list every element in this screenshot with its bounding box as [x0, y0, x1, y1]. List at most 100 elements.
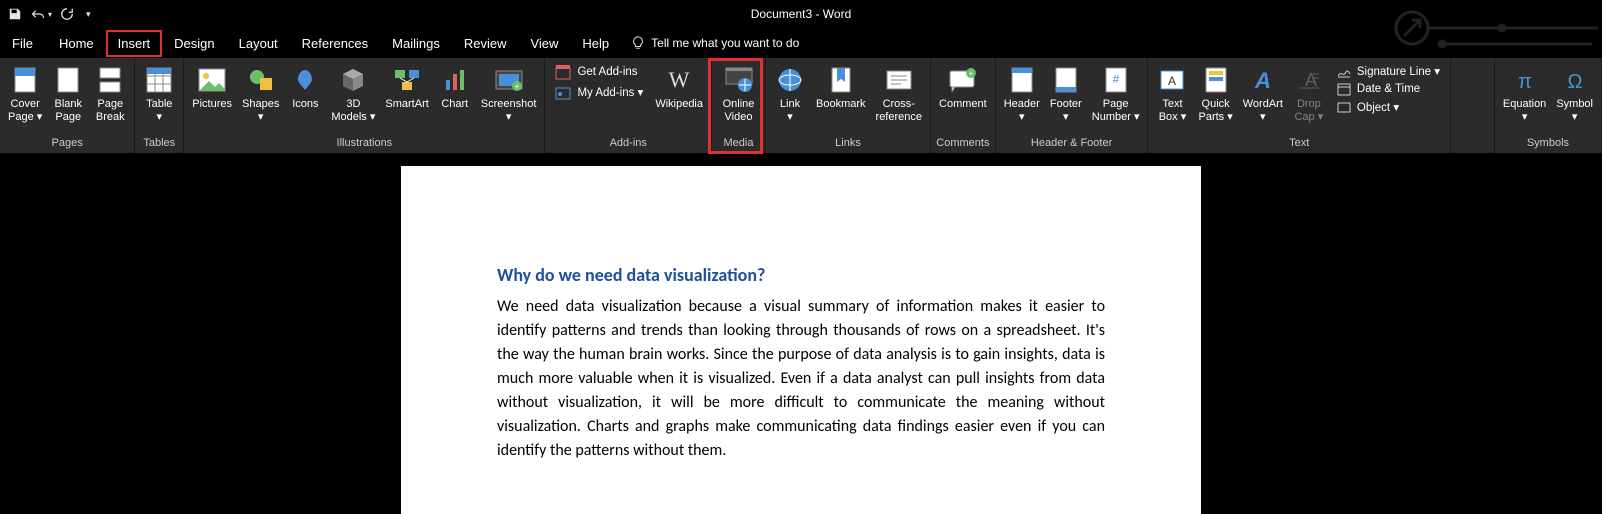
drop-cap-button[interactable]: A Drop Cap ▾ [1289, 62, 1329, 126]
header-button[interactable]: Header ▾ [1000, 62, 1044, 126]
ribbon-tabs: File Home Insert Design Layout Reference… [0, 28, 1602, 58]
date-time-button[interactable]: Date & Time [1337, 82, 1440, 96]
tab-help[interactable]: Help [570, 30, 621, 57]
bookmark-button[interactable]: Bookmark [812, 62, 870, 113]
addins-icon [555, 84, 571, 100]
group-links: Link ▾ Bookmark Cross- reference Links [766, 58, 931, 153]
text-box-button[interactable]: A Text Box ▾ [1152, 62, 1192, 126]
tell-me-search[interactable]: Tell me what you want to do [631, 36, 799, 50]
page-number-icon: # [1105, 64, 1127, 96]
lightbulb-icon [631, 36, 645, 50]
svg-text:A: A [1168, 74, 1176, 88]
group-text: A Text Box ▾ Quick Parts ▾ A WordArt ▾ A… [1148, 58, 1451, 153]
object-icon [1337, 100, 1351, 114]
document-area: Why do we need data visualization? We ne… [0, 154, 1602, 514]
group-label-symbols: Symbols [1527, 135, 1569, 151]
document-page[interactable]: Why do we need data visualization? We ne… [401, 166, 1201, 514]
document-title: Document3 - Word [751, 7, 851, 21]
cover-page-button[interactable]: Cover Page ▾ [4, 62, 46, 126]
quick-access-toolbar: ▾ ▾ [0, 7, 91, 21]
object-button[interactable]: Object ▾ [1337, 100, 1440, 114]
cover-page-icon [14, 64, 36, 96]
my-addins-button[interactable]: My Add-ins ▾ [555, 84, 643, 100]
quick-parts-button[interactable]: Quick Parts ▾ [1194, 62, 1236, 126]
get-addins-button[interactable]: Get Add-ins [555, 64, 643, 80]
table-button[interactable]: Table ▾ [139, 62, 179, 126]
link-button[interactable]: Link ▾ [770, 62, 810, 126]
wikipedia-button[interactable]: W Wikipedia [651, 62, 707, 113]
page-break-button[interactable]: Page Break [90, 62, 130, 126]
tab-file[interactable]: File [4, 30, 47, 57]
page-number-button[interactable]: # Page Number ▾ [1088, 62, 1144, 126]
icons-button[interactable]: Icons [285, 62, 325, 113]
wordart-button[interactable]: A WordArt ▾ [1239, 62, 1287, 126]
tab-mailings[interactable]: Mailings [380, 30, 452, 57]
wordart-icon: A [1250, 64, 1276, 96]
save-icon[interactable] [8, 7, 22, 21]
footer-button[interactable]: Footer ▾ [1046, 62, 1086, 126]
undo-icon[interactable] [30, 7, 46, 21]
3d-models-button[interactable]: 3D Models ▾ [327, 62, 379, 126]
shapes-icon [248, 64, 274, 96]
group-tables: Table ▾ Tables [135, 58, 184, 153]
group-illustrations: Pictures Shapes ▾ Icons 3D Models ▾ Smar… [184, 58, 545, 153]
smartart-icon [393, 64, 421, 96]
group-label-pages: Pages [52, 135, 83, 151]
document-heading: Why do we need data visualization? [497, 262, 1105, 289]
group-label-links: Links [835, 135, 861, 151]
signature-icon [1337, 64, 1351, 78]
svg-text:A: A [1254, 68, 1271, 92]
redo-icon[interactable] [60, 7, 74, 21]
group-label-addins: Add-ins [610, 135, 647, 151]
equation-button[interactable]: π Equation ▾ [1499, 62, 1550, 126]
tab-references[interactable]: References [290, 30, 380, 57]
screenshot-button[interactable]: + Screenshot ▾ [477, 62, 541, 126]
store-icon [555, 64, 571, 80]
shapes-button[interactable]: Shapes ▾ [238, 62, 283, 126]
pictures-icon [198, 64, 226, 96]
online-video-button[interactable]: Online Video [719, 62, 759, 126]
symbol-button[interactable]: Ω Symbol ▾ [1552, 62, 1597, 126]
group-label-text: Text [1289, 135, 1309, 151]
drop-cap-icon: A [1297, 64, 1321, 96]
screenshot-icon: + [495, 64, 523, 96]
group-label-illustrations: Illustrations [337, 135, 393, 151]
signature-line-button[interactable]: Signature Line ▾ [1337, 64, 1440, 78]
group-label-tables: Tables [143, 135, 175, 151]
decorative-circuit [1382, 0, 1602, 56]
equation-icon: π [1512, 64, 1538, 96]
svg-text:π: π [1518, 71, 1532, 92]
tab-design[interactable]: Design [162, 30, 226, 57]
table-icon [146, 64, 172, 96]
document-body: We need data visualization because a vis… [497, 295, 1105, 463]
icons-icon [292, 64, 318, 96]
group-pages: Cover Page ▾ Blank Page Page Break Pages [0, 58, 135, 153]
tab-home[interactable]: Home [47, 30, 106, 57]
svg-text:#: # [1112, 72, 1119, 86]
comment-icon: + [949, 64, 977, 96]
3d-models-icon [340, 64, 366, 96]
svg-text:+: + [514, 82, 519, 91]
group-comments: + Comment Comments [931, 58, 996, 153]
undo-dropdown-icon[interactable]: ▾ [48, 10, 52, 19]
symbol-icon: Ω [1562, 64, 1588, 96]
group-media: Online Video Media [712, 58, 766, 153]
tab-insert[interactable]: Insert [106, 30, 163, 57]
chart-button[interactable]: Chart [435, 62, 475, 113]
tell-me-label: Tell me what you want to do [651, 36, 799, 50]
blank-page-button[interactable]: Blank Page [48, 62, 88, 126]
titlebar: ▾ ▾ Document3 - Word [0, 0, 1602, 28]
date-time-icon [1337, 82, 1351, 96]
group-label-headerfooter: Header & Footer [1031, 135, 1112, 151]
group-label-comments: Comments [936, 135, 989, 151]
tab-review[interactable]: Review [452, 30, 519, 57]
footer-icon [1055, 64, 1077, 96]
cross-reference-button[interactable]: Cross- reference [872, 62, 926, 126]
comment-button[interactable]: + Comment [935, 62, 991, 113]
smartart-button[interactable]: SmartArt [381, 62, 432, 113]
tab-layout[interactable]: Layout [227, 30, 290, 57]
qat-customize-icon[interactable]: ▾ [86, 9, 91, 20]
tab-view[interactable]: View [518, 30, 570, 57]
quick-parts-icon [1205, 64, 1227, 96]
pictures-button[interactable]: Pictures [188, 62, 236, 113]
